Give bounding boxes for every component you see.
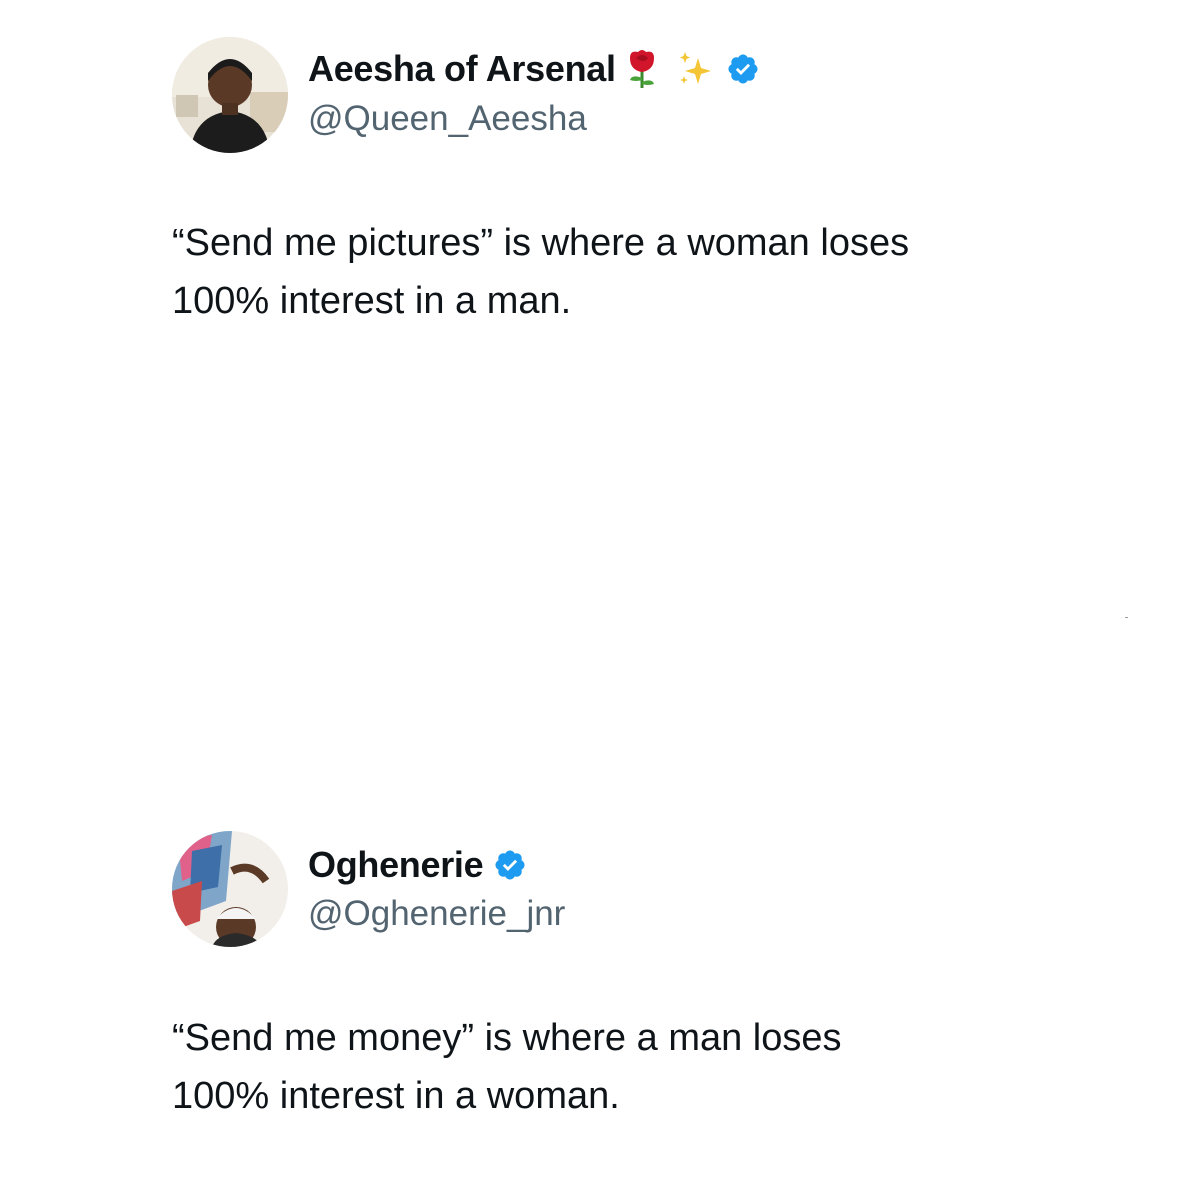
avatar[interactable] — [172, 831, 288, 947]
display-name-row: Aeesha of Arsenal — [308, 48, 760, 90]
display-name[interactable]: Aeesha of Arsenal — [308, 48, 616, 90]
user-handle[interactable]: @Queen_Aeesha — [308, 99, 587, 139]
sparkles-icon — [676, 48, 716, 90]
rose-icon — [622, 48, 662, 90]
user-handle[interactable]: @Oghenerie_jnr — [308, 894, 565, 934]
tweet-text-line: “Send me pictures” is where a woman lose… — [172, 222, 910, 264]
tweet-text: “Send me money” is where a man loses 100… — [172, 1009, 842, 1125]
tweet-text-line: 100% interest in a woman. — [172, 1075, 620, 1117]
avatar-photo — [172, 37, 288, 153]
avatar-photo — [172, 831, 288, 947]
tweet-text-line: 100% interest in a man. — [172, 280, 572, 322]
verified-badge-icon — [493, 848, 527, 882]
tweet-text: “Send me pictures” is where a woman lose… — [172, 214, 909, 330]
avatar[interactable] — [172, 37, 288, 153]
display-name-row: Oghenerie — [308, 844, 527, 886]
display-name[interactable]: Oghenerie — [308, 844, 484, 886]
artifact-dot — [1125, 617, 1128, 618]
verified-badge-icon — [726, 52, 760, 86]
tweet-text-line: “Send me money” is where a man loses — [172, 1017, 842, 1059]
